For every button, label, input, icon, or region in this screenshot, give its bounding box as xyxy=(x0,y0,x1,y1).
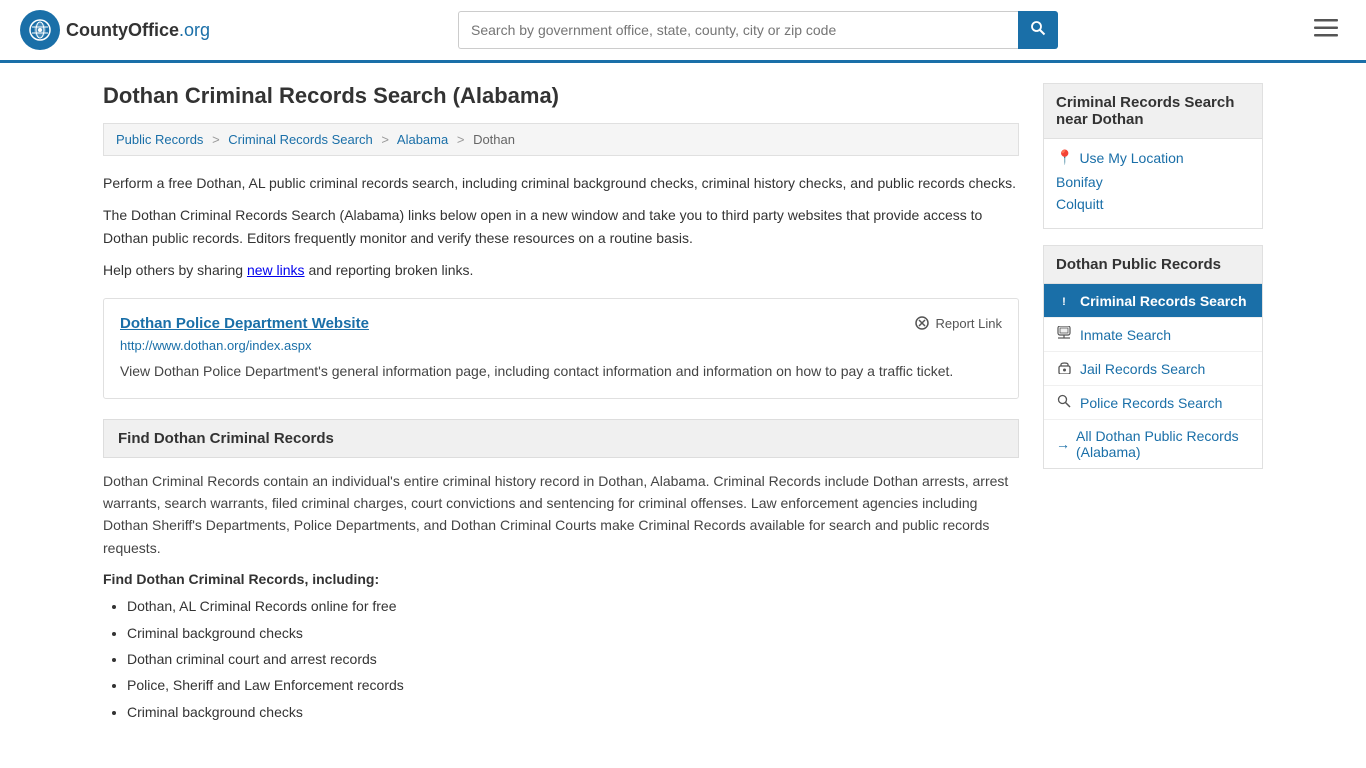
find-section-header: Find Dothan Criminal Records xyxy=(103,419,1019,458)
intro-text-1: Perform a free Dothan, AL public crimina… xyxy=(103,172,1019,194)
includes-list: Dothan, AL Criminal Records online for f… xyxy=(103,595,1019,723)
find-content: Dothan Criminal Records contain an indiv… xyxy=(103,470,1019,560)
breadcrumb-public-records[interactable]: Public Records xyxy=(116,132,203,147)
search-input[interactable] xyxy=(458,11,1018,49)
list-item: Criminal background checks xyxy=(127,701,1019,723)
nav-jail-records-link[interactable]: Jail Records Search xyxy=(1080,361,1205,377)
inmate-icon xyxy=(1056,326,1072,343)
nav-inmate-search-link[interactable]: Inmate Search xyxy=(1080,327,1171,343)
main-content: Dothan Criminal Records Search (Alabama)… xyxy=(83,63,1283,747)
link-card-header: Dothan Police Department Website Report … xyxy=(120,315,1002,332)
pin-icon: 📍 xyxy=(1056,149,1073,166)
link-card-title[interactable]: Dothan Police Department Website xyxy=(120,315,369,332)
new-links-link[interactable]: new links xyxy=(247,262,305,278)
breadcrumb: Public Records > Criminal Records Search… xyxy=(103,123,1019,156)
report-link-btn[interactable]: Report Link xyxy=(914,315,1002,331)
use-location-btn[interactable]: 📍 Use My Location xyxy=(1056,149,1250,166)
right-column: Criminal Records Search near Dothan 📍 Us… xyxy=(1043,83,1263,727)
left-column: Dothan Criminal Records Search (Alabama)… xyxy=(103,83,1019,727)
intro3-post: and reporting broken links. xyxy=(305,262,474,278)
nearby-link-bonifay[interactable]: Bonifay xyxy=(1056,174,1250,190)
nav-criminal-records-link[interactable]: Criminal Records Search xyxy=(1080,293,1247,309)
intro3-pre: Help others by sharing xyxy=(103,262,247,278)
includes-heading: Find Dothan Criminal Records, including: xyxy=(103,571,1019,587)
list-item: Dothan criminal court and arrest records xyxy=(127,648,1019,670)
nav-inmate-search[interactable]: Inmate Search xyxy=(1044,318,1262,352)
breadcrumb-sep2: > xyxy=(381,132,389,147)
report-link-label: Report Link xyxy=(936,316,1002,331)
nearby-box: Criminal Records Search near Dothan 📍 Us… xyxy=(1043,83,1263,229)
lock-icon xyxy=(1056,360,1072,377)
site-header: CountyOffice.org xyxy=(0,0,1366,63)
wrench-icon xyxy=(914,315,930,331)
all-records-label: All Dothan Public Records (Alabama) xyxy=(1076,428,1250,460)
nav-police-records-link[interactable]: Police Records Search xyxy=(1080,395,1222,411)
nearby-content: 📍 Use My Location Bonifay Colquitt xyxy=(1044,139,1262,228)
breadcrumb-alabama[interactable]: Alabama xyxy=(397,132,448,147)
link-desc: View Dothan Police Department's general … xyxy=(120,361,1002,382)
list-item: Dothan, AL Criminal Records online for f… xyxy=(127,595,1019,617)
public-records-box: Dothan Public Records ! Criminal Records… xyxy=(1043,245,1263,469)
nav-criminal-records[interactable]: ! Criminal Records Search xyxy=(1044,284,1262,318)
exclaim-icon: ! xyxy=(1056,292,1072,309)
link-card: Dothan Police Department Website Report … xyxy=(103,298,1019,399)
breadcrumb-dothan: Dothan xyxy=(473,132,515,147)
nearby-link-colquitt[interactable]: Colquitt xyxy=(1056,196,1250,212)
police-icon xyxy=(1056,394,1072,411)
page-title: Dothan Criminal Records Search (Alabama) xyxy=(103,83,1019,109)
nearby-header: Criminal Records Search near Dothan xyxy=(1044,84,1262,139)
public-records-header: Dothan Public Records xyxy=(1044,246,1262,284)
list-item: Police, Sheriff and Law Enforcement reco… xyxy=(127,674,1019,696)
all-records-link[interactable]: → All Dothan Public Records (Alabama) xyxy=(1044,420,1262,468)
breadcrumb-sep1: > xyxy=(212,132,220,147)
search-area xyxy=(458,11,1058,49)
menu-icon[interactable] xyxy=(1306,12,1346,48)
use-location-label: Use My Location xyxy=(1079,150,1183,166)
link-url[interactable]: http://www.dothan.org/index.aspx xyxy=(120,338,1002,353)
breadcrumb-sep3: > xyxy=(457,132,465,147)
arrow-icon: → xyxy=(1056,436,1070,452)
search-button[interactable] xyxy=(1018,11,1058,49)
nav-jail-records[interactable]: Jail Records Search xyxy=(1044,352,1262,386)
logo-icon xyxy=(20,10,60,50)
nav-police-records[interactable]: Police Records Search xyxy=(1044,386,1262,420)
intro-text-3: Help others by sharing new links and rep… xyxy=(103,259,1019,281)
breadcrumb-criminal-records[interactable]: Criminal Records Search xyxy=(228,132,373,147)
logo-area[interactable]: CountyOffice.org xyxy=(20,10,210,50)
logo-text: CountyOffice.org xyxy=(66,20,210,41)
intro-text-2: The Dothan Criminal Records Search (Alab… xyxy=(103,204,1019,249)
list-item: Criminal background checks xyxy=(127,622,1019,644)
